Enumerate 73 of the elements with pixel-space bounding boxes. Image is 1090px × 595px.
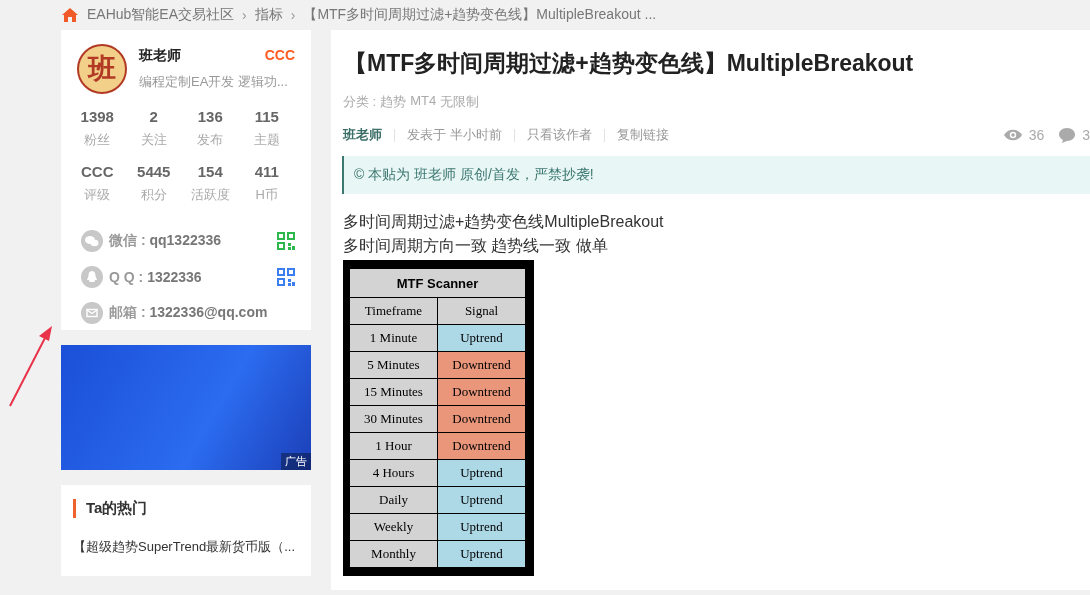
view-count: 36 (1028, 127, 1045, 143)
column-header: Signal (437, 297, 526, 325)
author-link[interactable]: 班老师 (343, 126, 382, 144)
avatar-logo: 班 (77, 44, 127, 94)
signal-cell: Downtrend (437, 432, 526, 460)
envelope-icon (81, 302, 103, 324)
contact-text: Q Q : 1322336 (109, 269, 203, 285)
contact-text: 微信 : qq1322336 (109, 232, 223, 250)
table-cell: 5 Minutes (349, 351, 438, 379)
category-tag[interactable]: 趋势 (380, 93, 407, 111)
body-text: 多时间周期过滤+趋势变色线MultipleBreakout (343, 212, 665, 232)
stat-label: 粉丝 (84, 131, 111, 149)
table-cell: Monthly (349, 540, 438, 568)
contact-text: 邮箱 : 1322336@qq.com (109, 304, 269, 322)
signal-cell: Downtrend (437, 351, 526, 379)
meta-link[interactable]: 复制链接 (616, 126, 669, 144)
comment-icon (1058, 127, 1077, 143)
body-text: 多时间周期方向一致 趋势线一致 做单 (343, 236, 609, 256)
copyright-notice: © 本贴为 班老师 原创/首发，严禁抄袭! (342, 156, 1090, 194)
post-time: 发表于 半小时前 (407, 126, 502, 144)
level-label: CCC (264, 47, 295, 65)
advertisement-banner[interactable]: 广告 (61, 345, 311, 470)
eye-icon (1002, 128, 1023, 142)
comment-count: 3 (1082, 127, 1090, 143)
stat-label: 主题 (253, 131, 280, 149)
wechat-icon (81, 230, 103, 252)
table-cell: Daily (349, 486, 438, 514)
table-title: MTF Scanner (349, 268, 526, 298)
breadcrumb-link[interactable]: EAHub智能EA交易社区 (87, 6, 235, 24)
table-cell: 15 Minutes (349, 378, 438, 406)
table-cell: Weekly (349, 513, 438, 541)
stat-value: 411 (254, 163, 279, 180)
stat-value: 5445 (137, 163, 171, 180)
stat-value: 136 (197, 108, 223, 125)
stat-label: H币 (255, 186, 278, 204)
penguin-icon (81, 266, 103, 288)
stat-label: 积分 (140, 186, 167, 204)
stat-label: 发布 (197, 131, 224, 149)
breadcrumb-separator: › (290, 7, 296, 23)
category-tag[interactable]: MT4 (410, 93, 437, 111)
author-bio: 编程定制EA开发 逻辑功... (139, 73, 289, 91)
signal-cell: Uptrend (437, 459, 526, 487)
table-cell: 4 Hours (349, 459, 438, 487)
article-title: 【MTF多时间周期过滤+趋势变色线】MultipleBreakout (343, 49, 915, 78)
stat-value: 2 (149, 108, 158, 125)
signal-cell: Uptrend (437, 324, 526, 352)
author-name[interactable]: 班老师 (139, 47, 181, 65)
breadcrumb-link[interactable]: 指标 (254, 6, 283, 24)
stat-label: 活跃度 (190, 186, 230, 204)
hot-post-link[interactable]: 【超级趋势SuperTrend最新货币版（... (73, 538, 299, 556)
breadcrumb-separator: › (242, 7, 247, 23)
signal-cell: Uptrend (437, 486, 526, 514)
stat-label: 关注 (140, 131, 167, 149)
section-title: Ta的热门 (73, 499, 299, 518)
signal-cell: Uptrend (437, 513, 526, 541)
meta-link[interactable]: 只看该作者 (526, 126, 592, 144)
table-cell: 1 Hour (349, 432, 438, 460)
stat-value: CCC (81, 163, 114, 180)
signal-cell: Uptrend (437, 540, 526, 568)
category-tag[interactable]: 无限制 (440, 93, 480, 111)
home-icon (61, 7, 79, 23)
table-cell: 30 Minutes (349, 405, 438, 433)
stat-value: 154 (197, 163, 223, 180)
column-header: Timeframe (349, 297, 438, 325)
signal-cell: Downtrend (437, 378, 526, 406)
breadcrumb-link[interactable]: 【MTF多时间周期过滤+趋势变色线】MultipleBreakout ... (303, 6, 657, 24)
ad-label: 广告 (281, 453, 311, 470)
category-label: 分类 : (343, 93, 377, 111)
signal-cell: Downtrend (437, 405, 526, 433)
stat-label: 评级 (84, 186, 111, 204)
table-cell: 1 Minute (349, 324, 438, 352)
stat-value: 115 (254, 108, 279, 125)
stat-value: 1398 (80, 108, 114, 125)
